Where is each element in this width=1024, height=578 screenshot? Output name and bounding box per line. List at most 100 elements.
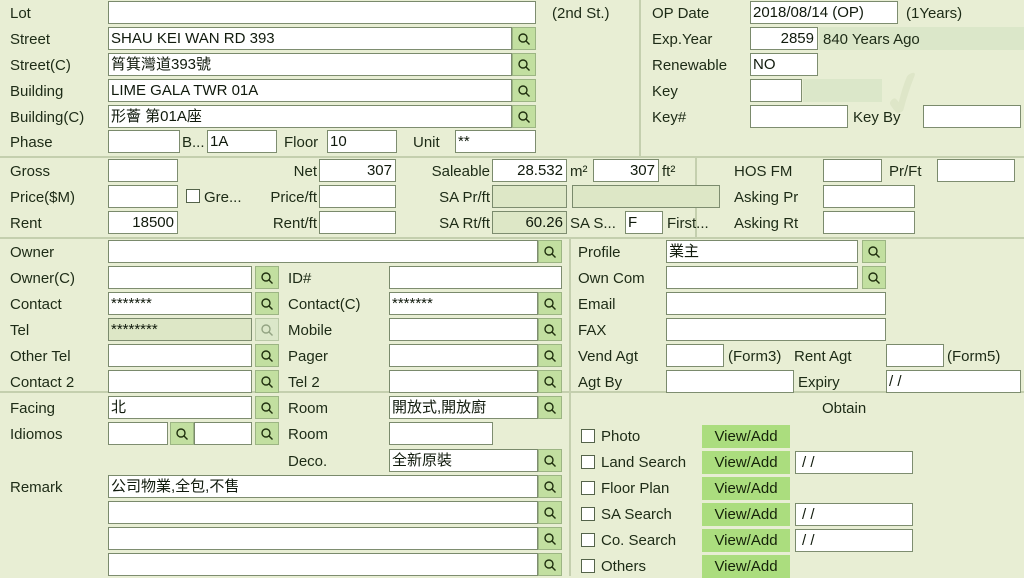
- contact2-input[interactable]: [108, 370, 252, 393]
- key-number-input[interactable]: [750, 105, 848, 128]
- asking-rt-input[interactable]: [823, 211, 915, 234]
- phase-input[interactable]: [108, 130, 180, 153]
- idiomos-input-2[interactable]: [194, 422, 252, 445]
- idiomos-search-icon-2[interactable]: [255, 422, 279, 445]
- view-add-button-4[interactable]: View/Add: [702, 529, 790, 552]
- tel2-search-icon[interactable]: [538, 370, 562, 393]
- building-search-icon[interactable]: [512, 79, 536, 102]
- op-date-input[interactable]: 2018/08/14 (OP): [750, 1, 898, 24]
- key-by-input[interactable]: [923, 105, 1021, 128]
- saleable-input[interactable]: 28.532: [492, 159, 567, 182]
- obtain-checkbox-co-search[interactable]: [581, 533, 595, 547]
- email-input[interactable]: [666, 292, 886, 315]
- contact-c-search-icon[interactable]: [538, 292, 562, 315]
- other-tel-input[interactable]: [108, 344, 252, 367]
- pager-search-icon[interactable]: [538, 344, 562, 367]
- room2-input[interactable]: [389, 422, 493, 445]
- obtain-checkbox-land-search[interactable]: [581, 455, 595, 469]
- key-number-label: Key#: [652, 110, 686, 125]
- pr-ft-input[interactable]: [937, 159, 1015, 182]
- remark-search-icon-2[interactable]: [538, 501, 562, 524]
- remark-search-icon-3[interactable]: [538, 527, 562, 550]
- key-input[interactable]: [750, 79, 802, 102]
- view-add-button-2[interactable]: View/Add: [702, 477, 790, 500]
- floor-input[interactable]: 10: [327, 130, 397, 153]
- obtain-checkbox-sa-search[interactable]: [581, 507, 595, 521]
- obtain-checkbox-floor-plan[interactable]: [581, 481, 595, 495]
- remark-input-2[interactable]: [108, 501, 538, 524]
- contact-c-input[interactable]: *******: [389, 292, 538, 315]
- lot-input[interactable]: [108, 1, 536, 24]
- street-input[interactable]: SHAU KEI WAN RD 393: [108, 27, 512, 50]
- sa-s-input[interactable]: F: [625, 211, 663, 234]
- unit-input[interactable]: **: [455, 130, 536, 153]
- obtain-checkbox-photo[interactable]: [581, 429, 595, 443]
- expiry-input[interactable]: / /: [886, 370, 1021, 393]
- owner-c-input[interactable]: [108, 266, 252, 289]
- building-input[interactable]: LIME GALA TWR 01A: [108, 79, 512, 102]
- profile-search-icon[interactable]: [862, 240, 886, 263]
- remark-input-3[interactable]: [108, 527, 538, 550]
- price-label: Price($M): [10, 190, 75, 205]
- remark-input-4[interactable]: [108, 553, 538, 576]
- rent-ft-input[interactable]: [319, 211, 396, 234]
- facing-input[interactable]: 北: [108, 396, 252, 419]
- view-add-button-5[interactable]: View/Add: [702, 555, 790, 578]
- fax-input[interactable]: [666, 318, 886, 341]
- other-tel-search-icon[interactable]: [255, 344, 279, 367]
- id-input[interactable]: [389, 266, 562, 289]
- remark-search-icon-4[interactable]: [538, 553, 562, 576]
- contact-input[interactable]: *******: [108, 292, 252, 315]
- rent-agt-input[interactable]: [886, 344, 944, 367]
- obtain-date-input-3[interactable]: / /: [795, 503, 913, 526]
- own-com-input[interactable]: [666, 266, 858, 289]
- contact-search-icon[interactable]: [255, 292, 279, 315]
- tel2-input[interactable]: [389, 370, 538, 393]
- owner-c-search-icon[interactable]: [255, 266, 279, 289]
- mobile-search-icon[interactable]: [538, 318, 562, 341]
- net-input[interactable]: 307: [319, 159, 396, 182]
- building-c-input[interactable]: 形薈 第01A座: [108, 105, 512, 128]
- view-add-button-1[interactable]: View/Add: [702, 451, 790, 474]
- street-c-search-icon[interactable]: [512, 53, 536, 76]
- idiomos-input-1[interactable]: [108, 422, 168, 445]
- pager-input[interactable]: [389, 344, 538, 367]
- street-search-icon[interactable]: [512, 27, 536, 50]
- block-input[interactable]: 1A: [207, 130, 277, 153]
- vend-agt-input[interactable]: [666, 344, 724, 367]
- agt-by-input[interactable]: [666, 370, 794, 393]
- owner-input[interactable]: [108, 240, 538, 263]
- remark-input-1[interactable]: 公司物業,全包,不售: [108, 475, 538, 498]
- own-com-search-icon[interactable]: [862, 266, 886, 289]
- building-c-search-icon[interactable]: [512, 105, 536, 128]
- deco-input[interactable]: 全新原裝: [389, 449, 538, 472]
- renewable-input[interactable]: NO: [750, 53, 818, 76]
- green-checkbox[interactable]: [186, 189, 200, 203]
- gross-input[interactable]: [108, 159, 178, 182]
- room-input[interactable]: 開放式,開放廚: [389, 396, 538, 419]
- mobile-input[interactable]: [389, 318, 538, 341]
- asking-rt-label: Asking Rt: [734, 216, 798, 231]
- remark-search-icon-1[interactable]: [538, 475, 562, 498]
- street-c-input[interactable]: 筲箕灣道393號: [108, 53, 512, 76]
- obtain-date-input-4[interactable]: / /: [795, 529, 913, 552]
- expiry-label: Expiry: [798, 375, 840, 390]
- saleable-sqft-input[interactable]: 307: [593, 159, 659, 182]
- obtain-date-input-1[interactable]: / /: [795, 451, 913, 474]
- price-input[interactable]: [108, 185, 178, 208]
- contact2-search-icon[interactable]: [255, 370, 279, 393]
- deco-search-icon[interactable]: [538, 449, 562, 472]
- room-search-icon[interactable]: [538, 396, 562, 419]
- hos-fm-input[interactable]: [823, 159, 882, 182]
- facing-search-icon[interactable]: [255, 396, 279, 419]
- profile-input[interactable]: 業主: [666, 240, 858, 263]
- idiomos-search-icon-1[interactable]: [170, 422, 194, 445]
- asking-pr-input[interactable]: [823, 185, 915, 208]
- owner-search-icon[interactable]: [538, 240, 562, 263]
- obtain-checkbox-others[interactable]: [581, 559, 595, 573]
- view-add-button-3[interactable]: View/Add: [702, 503, 790, 526]
- view-add-button-0[interactable]: View/Add: [702, 425, 790, 448]
- price-ft-input[interactable]: [319, 185, 396, 208]
- rent-input[interactable]: 18500: [108, 211, 178, 234]
- exp-year-input[interactable]: 2859: [750, 27, 818, 50]
